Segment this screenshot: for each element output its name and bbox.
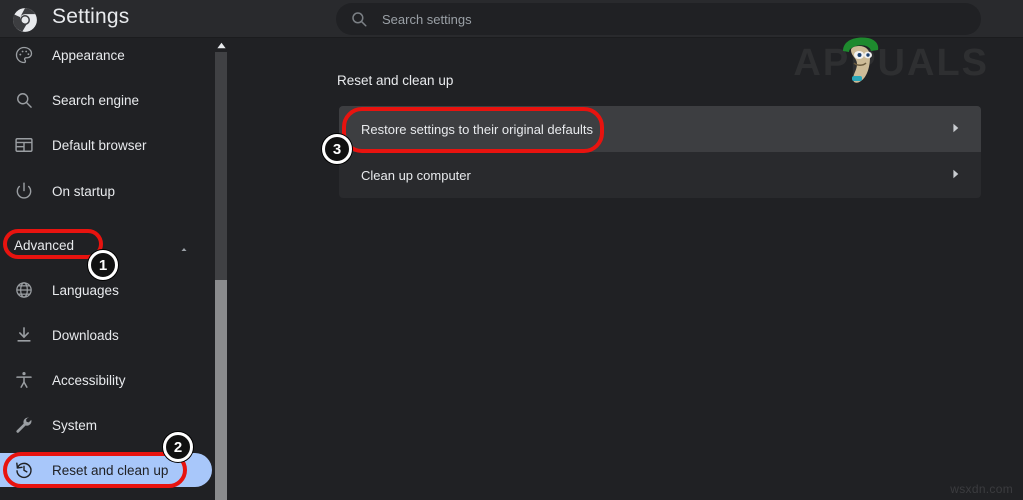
page-title: Settings: [52, 5, 129, 29]
sidebar-item-label: Languages: [52, 283, 119, 298]
sidebar-section-label: Advanced: [14, 238, 74, 253]
step-badge-2: 2: [163, 432, 193, 462]
step-badge-3: 3: [322, 134, 352, 164]
palette-icon: [14, 45, 34, 65]
main-content: Reset and clean up Restore settings to t…: [230, 38, 1023, 500]
sidebar-item-label: Reset and clean up: [52, 463, 168, 478]
globe-icon: [14, 280, 34, 300]
wrench-icon: [14, 415, 34, 435]
site-watermark: wsxdn.com: [950, 482, 1013, 496]
row-label: Clean up computer: [361, 168, 471, 183]
sidebar-item-label: Appearance: [52, 48, 125, 63]
sidebar-item-default-browser[interactable]: Default browser: [0, 128, 212, 162]
row-label: Restore settings to their original defau…: [361, 122, 593, 137]
accessibility-icon: [14, 370, 34, 390]
sidebar-item-label: Accessibility: [52, 373, 126, 388]
reset-and-clean-up-card: Restore settings to their original defau…: [339, 106, 981, 198]
section-title: Reset and clean up: [337, 73, 453, 88]
chevron-right-icon: [952, 122, 959, 137]
sidebar-item-label: On startup: [52, 184, 115, 199]
browser-window-icon: [14, 135, 34, 155]
row-restore-settings[interactable]: Restore settings to their original defau…: [339, 106, 981, 152]
sidebar-item-search-engine[interactable]: Search engine: [0, 83, 212, 117]
chevron-up-icon: [178, 242, 190, 257]
settings-window: Settings Appea: [0, 0, 1023, 500]
search-bar[interactable]: [336, 3, 981, 35]
sidebar-item-accessibility[interactable]: Accessibility: [0, 363, 212, 397]
sidebar-item-label: System: [52, 418, 97, 433]
sidebar-item-label: Downloads: [52, 328, 119, 343]
sidebar-item-label: Search engine: [52, 93, 139, 108]
magnifier-icon: [14, 90, 34, 110]
step-badge-1: 1: [88, 250, 118, 280]
chrome-logo-icon: [12, 7, 38, 33]
power-icon: [14, 181, 34, 201]
search-icon: [350, 10, 368, 28]
sidebar-item-downloads[interactable]: Downloads: [0, 318, 212, 352]
history-restore-icon: [14, 460, 34, 480]
search-input[interactable]: [382, 12, 922, 27]
row-clean-up-computer[interactable]: Clean up computer: [339, 152, 981, 198]
app-header: Settings: [0, 0, 1023, 38]
scroll-up-arrow-icon[interactable]: [212, 38, 230, 52]
sidebar-item-appearance[interactable]: Appearance: [0, 38, 212, 72]
scrollbar-thumb[interactable]: [215, 280, 227, 500]
sidebar-scrollbar[interactable]: [212, 38, 230, 500]
chevron-right-icon: [952, 168, 959, 183]
download-icon: [14, 325, 34, 345]
sidebar-item-on-startup[interactable]: On startup: [0, 174, 212, 208]
sidebar-item-label: Default browser: [52, 138, 147, 153]
